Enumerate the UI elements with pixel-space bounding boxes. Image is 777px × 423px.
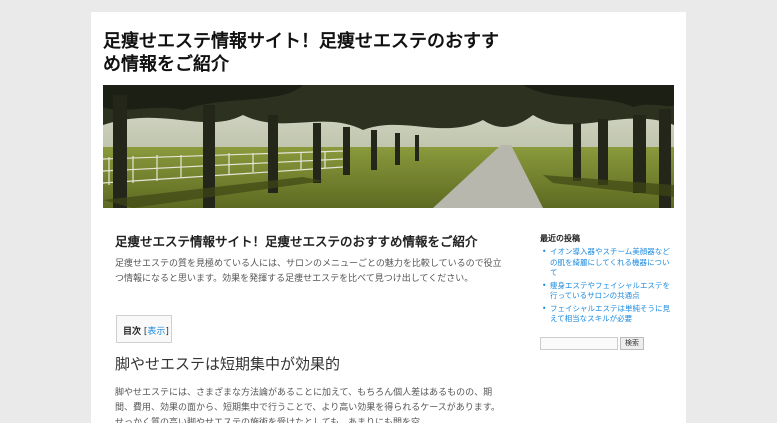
tree-lined-road-image: [103, 85, 674, 208]
article-title[interactable]: 足痩せエステ情報サイト！足痩せエステのおすすめ情報をご紹介: [115, 231, 515, 250]
table-of-contents: 目次 [表示]: [116, 315, 172, 343]
site-title-line-1[interactable]: 足痩せエステ情報サイト！足痩せエステのおすす: [103, 30, 523, 53]
recent-posts-list: イオン導入器やスチーム美顔器などの肌を綺麗にしてくれる機器について 痩身エステや…: [540, 247, 670, 325]
section-heading: 脚やせエステは短期集中が効果的: [115, 355, 341, 373]
section-text: 脚やせエステには、さまざまな方法論があることに加えて、もちろん個人差はあるものの…: [115, 388, 500, 423]
search-input[interactable]: [540, 336, 618, 350]
search-form: 検索: [540, 336, 670, 350]
toc-title: 目次: [123, 327, 142, 337]
recent-posts-title: 最近の投稿: [540, 234, 580, 243]
page: 足痩せエステ情報サイト！足痩せエステのおすす め情報をご紹介 足痩せエステ情報サ…: [91, 12, 686, 423]
search-button[interactable]: 検索: [620, 336, 644, 350]
site-title[interactable]: 足痩せエステ情報サイト！足痩せエステのおすす め情報をご紹介: [103, 30, 523, 76]
toc-toggle-link[interactable]: 表示: [147, 327, 165, 337]
toc-close-bracket: ]: [165, 327, 169, 337]
recent-post-link[interactable]: 痩身エステやフェイシャルエステを行っているサロンの共通点: [540, 281, 670, 302]
recent-post-link[interactable]: イオン導入器やスチーム美顔器などの肌を綺麗にしてくれる機器について: [540, 247, 670, 279]
article-intro: 足痩せエステの質を見極めている人には、サロンのメニューごとの魅力を比較しているの…: [115, 259, 502, 284]
sidebar: 最近の投稿 イオン導入器やスチーム美顔器などの肌を綺麗にしてくれる機器について …: [540, 233, 670, 350]
recent-post-link[interactable]: フェイシャルエステは単純そうに見えて相当なスキルが必要: [540, 304, 670, 325]
site-title-line-2[interactable]: め情報をご紹介: [103, 53, 523, 76]
header-image[interactable]: [103, 85, 674, 208]
